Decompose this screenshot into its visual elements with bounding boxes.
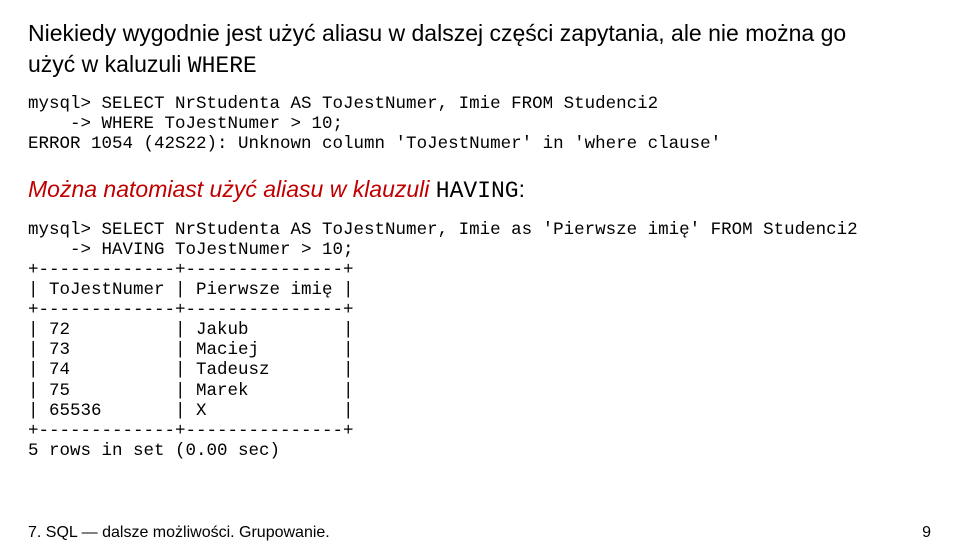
code-block-1: mysql> SELECT NrStudenta AS ToJestNumer,… (28, 94, 931, 154)
footer-left: 7. SQL — dalsze możliwości. Grupowanie. (28, 524, 330, 542)
page-number: 9 (922, 524, 931, 542)
intro-line2-prefix: użyć w kaluzuli (28, 51, 188, 77)
where-keyword: WHERE (188, 53, 257, 79)
intro-paragraph: Niekiedy wygodnie jest użyć aliasu w dal… (28, 18, 931, 82)
mozna-colon: : (519, 176, 525, 202)
footer: 7. SQL — dalsze możliwości. Grupowanie. … (28, 524, 931, 542)
code-block-2: mysql> SELECT NrStudenta AS ToJestNumer,… (28, 220, 931, 462)
mozna-italic-text: Można natomiast użyć aliasu w klauzuli (28, 176, 436, 202)
intro-line1: Niekiedy wygodnie jest użyć aliasu w dal… (28, 20, 846, 46)
having-keyword: HAVING (436, 178, 519, 204)
mozna-paragraph: Można natomiast użyć aliasu w klauzuli H… (28, 174, 931, 207)
